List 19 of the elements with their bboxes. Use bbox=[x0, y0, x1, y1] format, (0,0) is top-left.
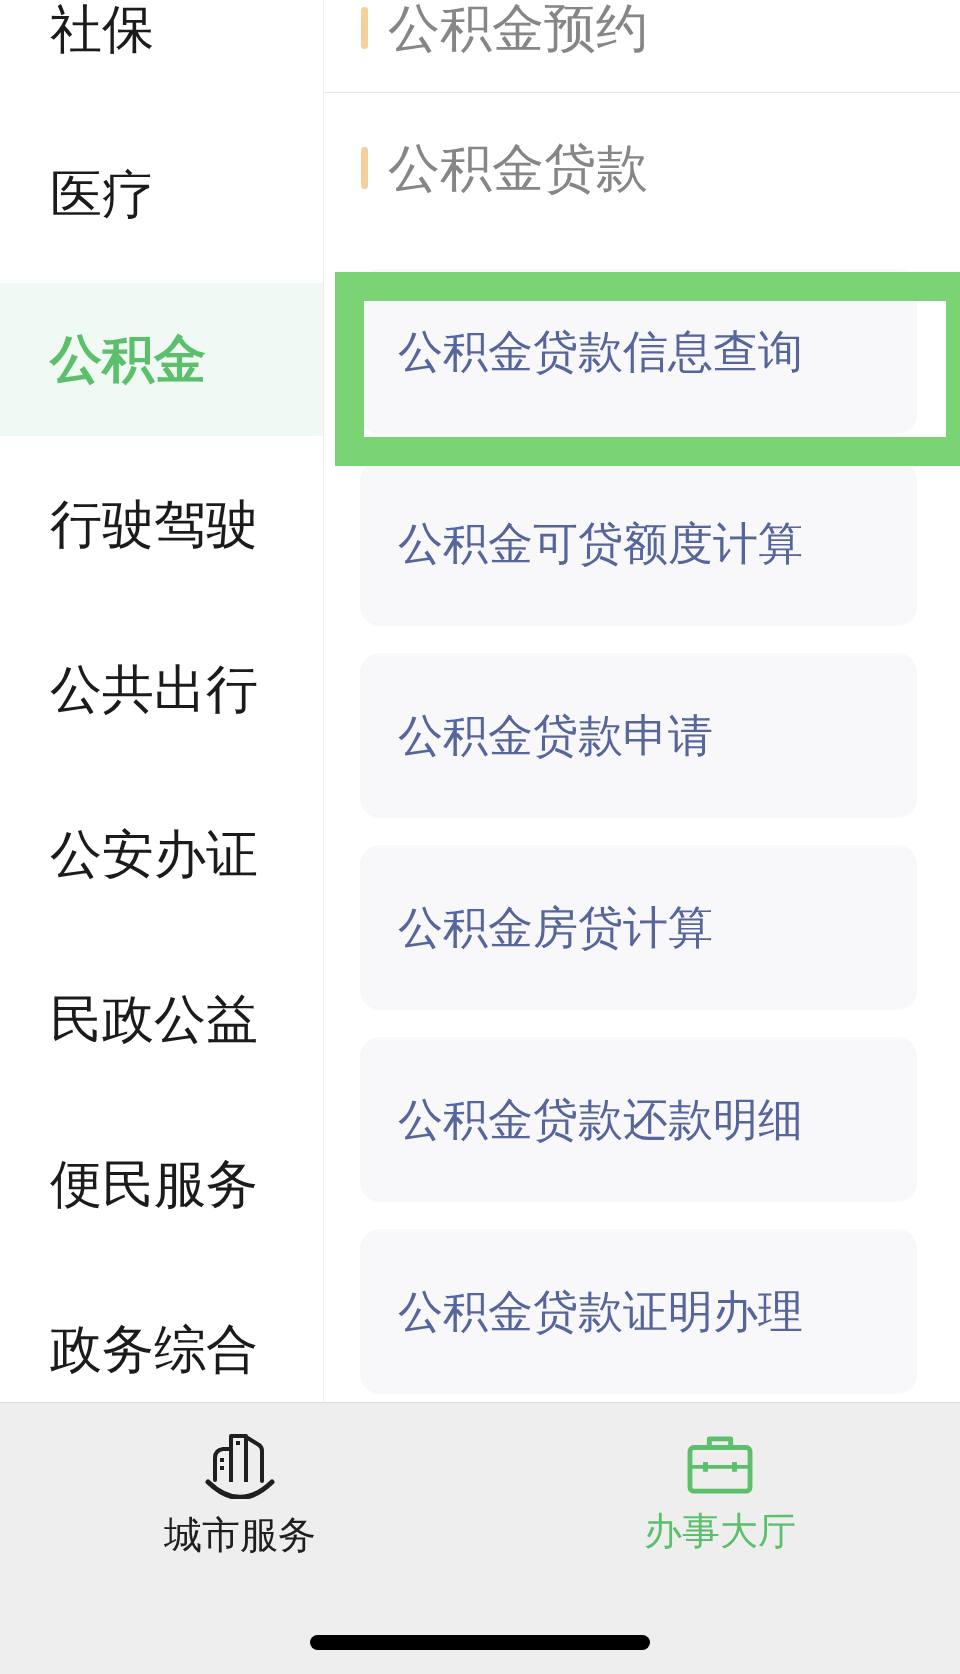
section-title: 公积金贷款 bbox=[388, 140, 648, 196]
service-card[interactable]: 公积金贷款证明办理 bbox=[360, 1229, 917, 1394]
sidebar-item[interactable]: 政务综合 bbox=[0, 1273, 323, 1402]
sidebar-item[interactable]: 医疗 bbox=[0, 118, 323, 271]
briefcase-icon bbox=[685, 1433, 755, 1495]
sidebar-item[interactable]: 便民服务 bbox=[0, 1108, 323, 1261]
service-card[interactable]: 公积金贷款还款明细 bbox=[360, 1037, 917, 1202]
sidebar-item[interactable]: 公共出行 bbox=[0, 613, 323, 766]
service-card[interactable]: 公积金贷款申请 bbox=[360, 653, 917, 818]
sidebar-item[interactable]: 社保 bbox=[0, 0, 323, 106]
sidebar-item[interactable]: 公安办证 bbox=[0, 778, 323, 931]
accent-bar-icon bbox=[361, 7, 368, 49]
service-card[interactable]: 公积金房贷计算 bbox=[360, 845, 917, 1010]
section-title: 公积金预约 bbox=[388, 0, 648, 56]
tab[interactable]: 城市服务 bbox=[0, 1403, 480, 1565]
city-buildings-icon bbox=[205, 1433, 275, 1499]
sidebar-item[interactable]: 民政公益 bbox=[0, 943, 323, 1096]
sidebar-item[interactable]: 行驶驾驶 bbox=[0, 448, 323, 601]
accent-bar-icon bbox=[361, 147, 368, 189]
